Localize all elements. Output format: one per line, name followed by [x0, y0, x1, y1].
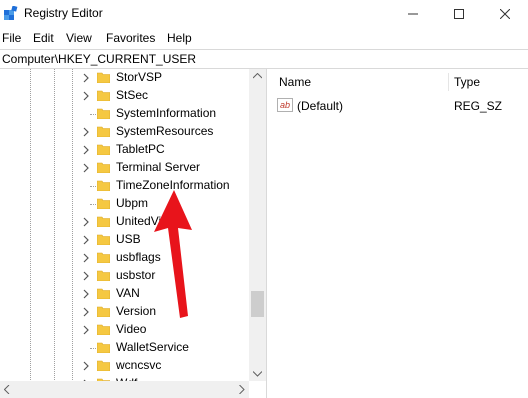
tree-item[interactable]: wcncsvc	[0, 357, 250, 375]
folder-icon	[97, 216, 110, 227]
menu-edit[interactable]: Edit	[33, 31, 54, 45]
chevron-right-icon[interactable]	[82, 163, 90, 173]
folder-icon	[97, 162, 110, 173]
scroll-thumb[interactable]	[251, 291, 264, 317]
chevron-right-icon[interactable]	[82, 253, 90, 263]
value-type: REG_SZ	[454, 99, 503, 113]
registry-editor-icon	[4, 6, 18, 20]
tree-item-label: StSec	[116, 88, 149, 102]
folder-icon	[97, 234, 110, 245]
folder-icon	[97, 252, 110, 263]
tree-item-label: wcncsvc	[116, 358, 162, 372]
tree-item[interactable]: Version	[0, 303, 250, 321]
chevron-right-icon[interactable]	[82, 217, 90, 227]
tree-item-label: SystemResources	[116, 124, 214, 138]
menu-favorites[interactable]: Favorites	[106, 31, 155, 45]
maximize-icon	[454, 9, 464, 19]
folder-icon	[97, 288, 110, 299]
key-tree-pane[interactable]: StorVSP StSec SystemInformation SystemResou…	[0, 69, 267, 398]
tree-connector	[90, 204, 96, 205]
tree-item[interactable]: StorVSP	[0, 69, 250, 87]
column-header-type[interactable]: Type	[454, 75, 480, 89]
folder-icon	[97, 144, 110, 155]
scroll-up-icon[interactable]	[253, 73, 262, 79]
tree-item[interactable]: TabletPC	[0, 141, 250, 159]
chevron-right-icon[interactable]	[82, 127, 90, 137]
tree-connector	[90, 348, 96, 349]
maximize-button[interactable]	[436, 0, 482, 28]
folder-icon	[97, 90, 110, 101]
scroll-right-icon[interactable]	[239, 385, 245, 394]
close-icon	[500, 9, 510, 19]
title-bar: Registry Editor	[0, 0, 528, 28]
scroll-down-icon[interactable]	[253, 371, 262, 377]
tree-item-label: Video	[116, 322, 147, 336]
tree-item-label: Terminal Server	[116, 160, 201, 174]
tree-connector	[90, 186, 96, 187]
close-button[interactable]	[482, 0, 528, 28]
tree-connector	[90, 114, 96, 115]
address-path[interactable]: Computer\HKEY_CURRENT_USER	[2, 52, 196, 66]
address-bar[interactable]: Computer\HKEY_CURRENT_USER	[0, 49, 528, 69]
tree-item[interactable]: TimeZoneInformation	[0, 177, 250, 195]
menu-bar: File Edit View Favorites Help	[0, 30, 528, 48]
minimize-button[interactable]	[390, 0, 436, 28]
folder-icon	[97, 72, 110, 83]
chevron-right-icon[interactable]	[82, 325, 90, 335]
tree-item-label: USB	[116, 232, 141, 246]
window-title: Registry Editor	[24, 6, 103, 20]
tree-item[interactable]: usbstor	[0, 267, 250, 285]
column-separator[interactable]	[448, 73, 449, 91]
tree-item[interactable]: USB	[0, 231, 250, 249]
values-pane[interactable]: Name Type ab (Default) REG_SZ	[271, 69, 528, 398]
tree-item[interactable]: Video	[0, 321, 250, 339]
tree-item[interactable]: UnitedVid	[0, 213, 250, 231]
chevron-right-icon[interactable]	[82, 289, 90, 299]
chevron-right-icon[interactable]	[82, 91, 90, 101]
ab-string-icon: ab	[277, 98, 293, 112]
tree-item[interactable]: Ubpm	[0, 195, 250, 213]
tree-horizontal-scrollbar[interactable]	[0, 381, 249, 398]
folder-icon	[97, 108, 110, 119]
tree-vertical-scrollbar[interactable]	[249, 69, 266, 381]
tree-item-label: StorVSP	[116, 70, 163, 84]
tree-item[interactable]: StSec	[0, 87, 250, 105]
chevron-right-icon[interactable]	[82, 307, 90, 317]
folder-icon	[97, 180, 110, 191]
tree-item-label: Ubpm	[116, 196, 149, 210]
menu-help[interactable]: Help	[167, 31, 192, 45]
folder-icon	[97, 306, 110, 317]
red-arrow-annotation	[154, 190, 192, 318]
tree-item-label: VAN	[116, 286, 140, 300]
column-header-name[interactable]: Name	[279, 75, 311, 89]
folder-icon	[97, 198, 110, 209]
tree-item[interactable]: SystemInformation	[0, 105, 250, 123]
tree-item-label: SystemInformation	[116, 106, 217, 120]
tree-item-label: WalletService	[116, 340, 189, 354]
chevron-right-icon[interactable]	[82, 145, 90, 155]
tree-item[interactable]: VAN	[0, 285, 250, 303]
tree-item[interactable]: SystemResources	[0, 123, 250, 141]
tree-item[interactable]: WalletService	[0, 339, 250, 357]
menu-file[interactable]: File	[2, 31, 21, 45]
chevron-right-icon[interactable]	[82, 235, 90, 245]
folder-icon	[97, 270, 110, 281]
folder-icon	[97, 360, 110, 371]
minimize-icon	[408, 13, 418, 15]
tree-item-label: TabletPC	[116, 142, 165, 156]
folder-icon	[97, 342, 110, 353]
chevron-right-icon[interactable]	[82, 271, 90, 281]
value-row[interactable]: ab (Default) REG_SZ	[277, 97, 527, 115]
tree-item[interactable]: Terminal Server	[0, 159, 250, 177]
menu-view[interactable]: View	[66, 31, 92, 45]
value-name: (Default)	[297, 99, 344, 113]
chevron-right-icon[interactable]	[82, 73, 90, 83]
chevron-right-icon[interactable]	[82, 361, 90, 371]
folder-icon	[97, 126, 110, 137]
folder-icon	[97, 324, 110, 335]
scroll-left-icon[interactable]	[4, 385, 10, 394]
tree-item[interactable]: usbflags	[0, 249, 250, 267]
